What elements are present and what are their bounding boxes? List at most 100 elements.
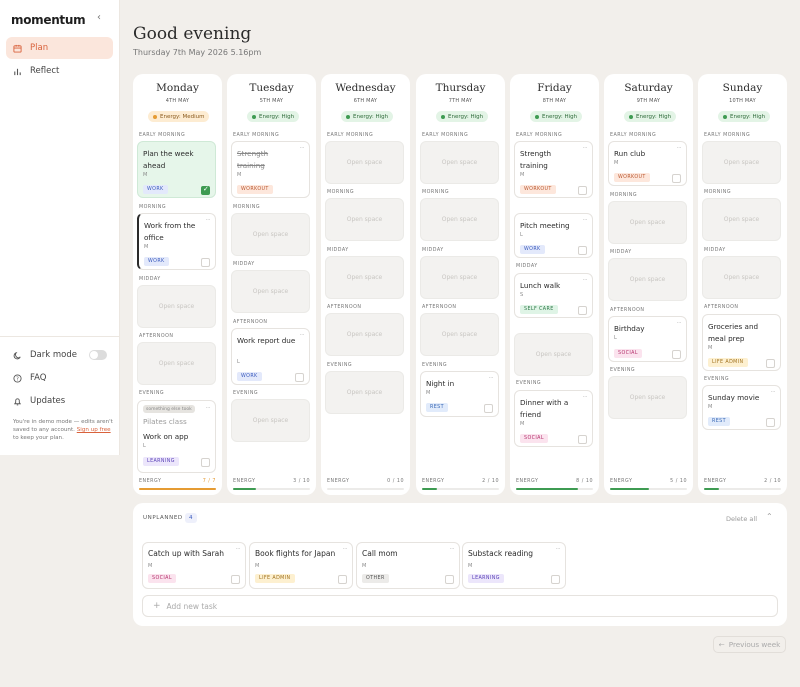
nav-item-reflect[interactable]: Reflect [6,60,113,82]
energy-badge[interactable]: Energy: High [436,111,489,122]
add-task-input[interactable]: + Add new task [142,595,778,617]
more-options-icon[interactable]: ··· [583,145,588,152]
task-card[interactable]: Dinner with a friend ··· M SOCIAL [514,390,593,447]
more-options-icon[interactable]: ··· [300,145,305,152]
open-space-slot[interactable]: Open space [420,313,499,356]
task-checkbox[interactable] [766,418,775,427]
task-checkbox[interactable] [201,458,210,467]
task-checkbox[interactable] [201,258,210,267]
more-options-icon[interactable]: ··· [236,546,241,553]
open-space-slot[interactable]: Open space [325,198,404,241]
unplanned-task-card[interactable]: Catch up with Sarah ··· M SOCIAL [142,542,246,589]
task-card[interactable]: Work report due ··· L WORK [231,328,310,385]
task-checkbox[interactable] [766,359,775,368]
energy-badge[interactable]: Energy: High [718,111,771,122]
open-space-slot[interactable]: Open space [702,256,781,299]
open-space-slot[interactable]: Open space [231,213,310,256]
energy-badge[interactable]: Energy: High [341,111,394,122]
dark-mode-toggle[interactable] [89,350,107,360]
task-checkbox[interactable] [578,435,587,444]
task-checkbox[interactable] [231,575,240,584]
updates-row[interactable]: Updates [13,396,65,406]
nav-item-plan[interactable]: Plan [6,37,113,59]
open-space-slot[interactable]: Open space [325,313,404,356]
delete-all-button[interactable]: Delete all [726,515,757,523]
more-options-icon[interactable]: ··· [677,145,682,152]
task-checkbox[interactable] [295,373,304,382]
chevron-up-icon[interactable]: ⌃ [766,512,773,521]
energy-badge[interactable]: Energy: High [530,111,583,122]
task-checkbox[interactable] [578,306,587,315]
task-size: M [148,563,153,569]
energy-badge[interactable]: Energy: Medium [148,111,210,122]
section-label: AFTERNOON [704,305,739,310]
app-logo[interactable]: momentum [11,13,86,27]
open-space-slot[interactable]: Open space [608,201,687,244]
task-checkbox[interactable] [551,575,560,584]
open-space-slot[interactable]: Open space [514,333,593,376]
unplanned-task-card[interactable]: Book flights for Japan ··· M LIFE ADMIN [249,542,353,589]
task-checkbox[interactable] [672,174,681,183]
task-card[interactable]: Lunch walk ··· S SELF CARE [514,273,593,318]
open-space-slot[interactable]: Open space [325,256,404,299]
more-options-icon[interactable]: ··· [343,546,348,553]
task-checkbox[interactable] [338,575,347,584]
more-options-icon[interactable]: ··· [583,394,588,401]
more-options-icon[interactable]: ··· [677,320,682,327]
energy-badge[interactable]: Energy: High [247,111,300,122]
task-checkbox[interactable] [578,186,587,195]
nav-label: Plan [30,43,49,53]
unplanned-task-card[interactable]: Call mom ··· M OTHER [356,542,460,589]
unplanned-task-card[interactable]: Substack reading ··· M LEARNING [462,542,566,589]
open-space-slot[interactable]: Open space [325,141,404,184]
task-card[interactable]: Birthday ··· L SOCIAL [608,316,687,362]
task-card[interactable]: Groceries and meal prep M LIFE ADMIN [702,314,781,371]
more-options-icon[interactable]: ··· [300,332,305,339]
more-options-icon[interactable]: ··· [206,217,211,224]
energy-badge[interactable]: Energy: High [624,111,677,122]
more-options-icon[interactable]: ··· [556,546,561,553]
open-space-slot[interactable]: Open space [608,376,687,419]
task-size: L [614,335,617,341]
energy-progress-fill [422,488,438,490]
task-card[interactable]: Plan the week ahead M WORK [137,141,216,198]
dark-mode-row[interactable]: Dark mode [13,350,77,360]
open-space-slot[interactable]: Open space [608,258,687,301]
sign-up-link[interactable]: Sign up free [77,427,111,433]
task-card[interactable]: Strength training ··· M WORKOUT [231,141,310,198]
task-card[interactable]: Sunday movie ··· M REST [702,385,781,430]
task-checkbox[interactable] [484,404,493,413]
more-options-icon[interactable]: ··· [489,375,494,382]
task-card[interactable]: Work from the office ··· M WORK [137,213,216,270]
more-options-icon[interactable]: ··· [771,389,776,396]
more-options-icon[interactable]: ··· [583,277,588,284]
task-card[interactable]: something else took Pilates class ··· Wo… [137,400,216,473]
open-space-slot[interactable]: Open space [420,141,499,184]
task-card[interactable]: Night in ··· M REST [420,371,499,417]
task-card[interactable]: Pitch meeting ··· L WORK [514,213,593,258]
open-space-slot[interactable]: Open space [420,198,499,241]
task-card[interactable]: Run club ··· M WORKOUT [608,141,687,186]
task-checkbox[interactable] [201,185,210,195]
faq-row[interactable]: ? FAQ [13,373,46,383]
task-checkbox[interactable] [445,575,454,584]
open-space-slot[interactable]: Open space [231,270,310,313]
dark-mode-label: Dark mode [30,350,77,360]
task-checkbox[interactable] [578,246,587,255]
open-space-slot[interactable]: Open space [137,285,216,328]
more-options-icon[interactable]: ··· [206,405,211,412]
task-tag: LIFE ADMIN [708,358,748,367]
collapse-sidebar-icon[interactable]: ‹ [97,12,101,23]
open-space-slot[interactable]: Open space [231,399,310,442]
task-checkbox[interactable] [672,350,681,359]
open-space-slot[interactable]: Open space [702,141,781,184]
open-space-slot[interactable]: Open space [325,371,404,414]
open-space-slot[interactable]: Open space [137,342,216,385]
task-card[interactable]: Strength training ··· M WORKOUT [514,141,593,198]
previous-week-button[interactable]: ← Previous week [713,636,786,653]
open-space-slot[interactable]: Open space [420,256,499,299]
more-options-icon[interactable]: ··· [450,546,455,553]
open-space-slot[interactable]: Open space [702,198,781,241]
task-title: Run club [614,149,646,158]
more-options-icon[interactable]: ··· [583,217,588,224]
